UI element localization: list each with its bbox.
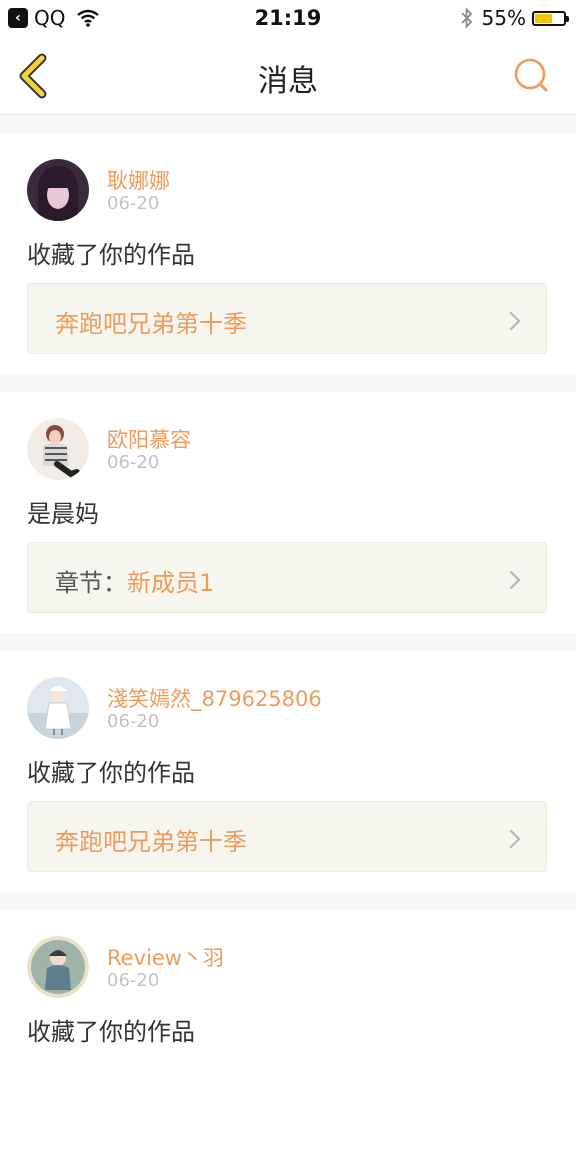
search-icon[interactable]: [512, 56, 552, 96]
page-title: 消息: [258, 64, 318, 99]
user-avatar[interactable]: [27, 159, 89, 221]
chevron-right-icon: [509, 829, 521, 849]
message-text: 收藏了你的作品: [27, 759, 195, 787]
message-item[interactable]: 淺笑嫣然_879625806 06-20 收藏了你的作品 奔跑吧兄弟第十季: [0, 651, 576, 892]
user-name[interactable]: Review丶羽: [107, 942, 224, 972]
chevron-right-icon: [509, 570, 521, 590]
message-text: 收藏了你的作品: [27, 241, 195, 269]
battery-icon: [532, 10, 569, 26]
work-link-label: 奔跑吧兄弟第十季: [55, 304, 247, 339]
message-date: 06-20: [107, 193, 160, 214]
chapter-title: 新成员1: [127, 569, 215, 597]
work-link-label: 奔跑吧兄弟第十季: [55, 822, 247, 857]
message-date: 06-20: [107, 711, 160, 732]
status-right: 55%: [460, 6, 569, 30]
work-link[interactable]: 奔跑吧兄弟第十季: [27, 801, 547, 872]
user-avatar[interactable]: [27, 677, 89, 739]
user-name[interactable]: 耿娜娜: [107, 165, 170, 195]
status-bar: ‹ QQ 21:19 55%: [0, 0, 576, 36]
user-name[interactable]: 淺笑嫣然_879625806: [107, 683, 322, 713]
work-title: 奔跑吧兄弟第十季: [55, 828, 247, 856]
message-item[interactable]: Review丶羽 06-20 收藏了你的作品: [0, 910, 576, 1151]
chapter-link-label: 章节：新成员1: [55, 563, 214, 598]
message-text: 收藏了你的作品: [27, 1018, 195, 1046]
user-avatar[interactable]: [27, 936, 89, 998]
message-text: 是晨妈: [27, 500, 99, 528]
chapter-link[interactable]: 章节：新成员1: [27, 542, 547, 613]
chevron-right-icon: [509, 311, 521, 331]
message-date: 06-20: [107, 970, 160, 991]
message-item[interactable]: 耿娜娜 06-20 收藏了你的作品 奔跑吧兄弟第十季: [0, 133, 576, 374]
work-link[interactable]: 奔跑吧兄弟第十季: [27, 283, 547, 354]
bluetooth-icon: [460, 7, 472, 29]
battery-percent: 55%: [481, 6, 526, 30]
chapter-prefix: 章节：: [55, 569, 127, 597]
battery-level: [535, 13, 552, 23]
user-avatar[interactable]: [27, 418, 89, 480]
user-name[interactable]: 欧阳慕容: [107, 424, 191, 454]
work-title: 奔跑吧兄弟第十季: [55, 310, 247, 338]
message-date: 06-20: [107, 452, 160, 473]
message-item[interactable]: 欧阳慕容 06-20 是晨妈 章节：新成员1: [0, 392, 576, 633]
nav-bar: 消息: [0, 36, 576, 115]
message-list: 耿娜娜 06-20 收藏了你的作品 奔跑吧兄弟第十季 欧阳慕容 06-20 是晨…: [0, 115, 576, 1151]
